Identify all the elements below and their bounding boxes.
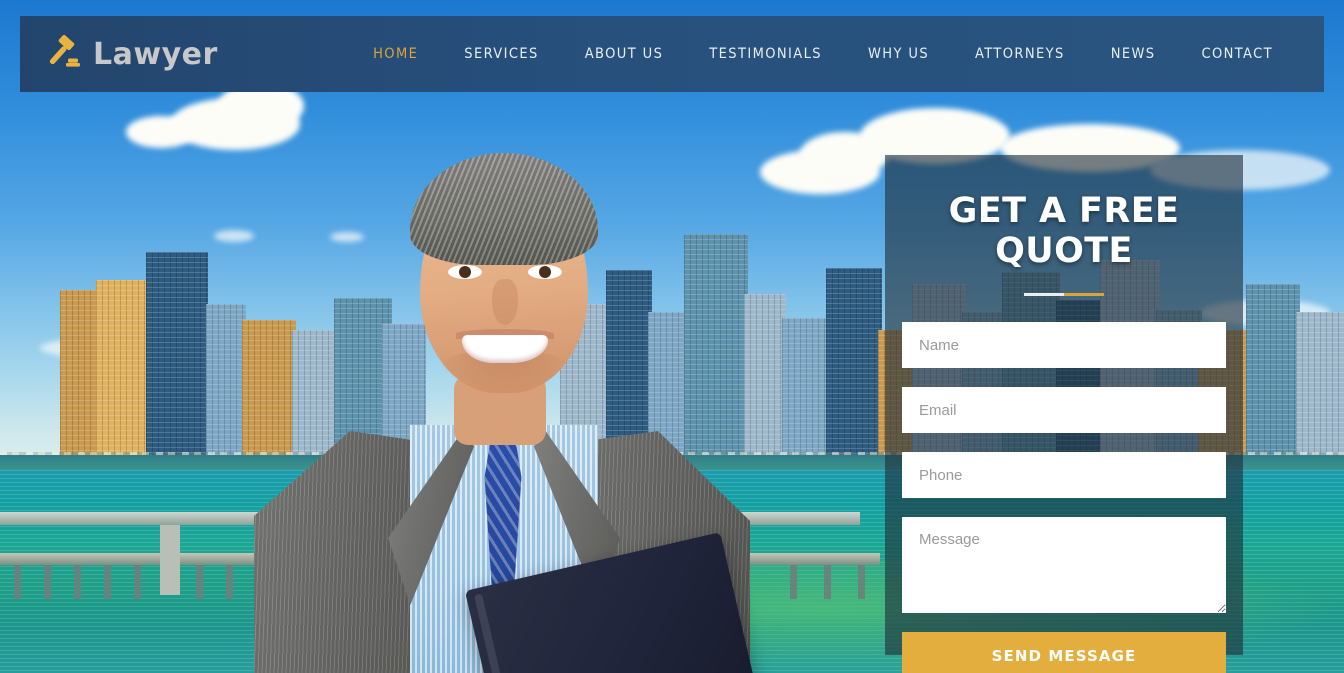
brand-logo[interactable]: Lawyer (20, 34, 350, 74)
phone-input[interactable] (902, 452, 1226, 498)
title-divider (902, 293, 1226, 296)
message-textarea[interactable] (902, 517, 1226, 613)
lawyer-portrait (238, 153, 766, 673)
eye-right (528, 265, 562, 279)
nav-link-attorneys[interactable]: ATTORNEYS (952, 46, 1088, 62)
nav-link-about-us[interactable]: ABOUT US (562, 46, 687, 62)
cloud (126, 116, 196, 148)
quote-form-title: GET A FREE QUOTE (948, 191, 1180, 271)
nose (492, 279, 518, 325)
divider-gold-segment (1064, 293, 1104, 296)
nav-link-home[interactable]: HOME (350, 46, 441, 62)
name-input[interactable] (902, 322, 1226, 368)
quote-form-panel: GET A FREE QUOTE SEND MESSAGE (885, 155, 1243, 673)
site-header: Lawyer HOME SERVICES ABOUT US TESTIMONIA… (20, 16, 1324, 92)
nav-link-contact[interactable]: CONTACT (1178, 46, 1296, 62)
nav-link-services[interactable]: SERVICES (441, 46, 561, 62)
hair (410, 153, 598, 265)
nav-link-testimonials[interactable]: TESTIMONIALS (686, 46, 845, 62)
nav-link-why-us[interactable]: WHY US (845, 46, 952, 62)
eye-left (448, 265, 482, 279)
divider-white-segment (1024, 293, 1064, 296)
main-nav: HOME SERVICES ABOUT US TESTIMONIALS WHY … (350, 46, 1324, 62)
nav-link-news[interactable]: NEWS (1088, 46, 1179, 62)
quote-form: SEND MESSAGE (902, 322, 1226, 673)
bridge-pylon (160, 525, 180, 595)
send-message-button[interactable]: SEND MESSAGE (902, 632, 1226, 673)
email-input[interactable] (902, 387, 1226, 433)
brand-name: Lawyer (93, 36, 218, 72)
gavel-icon (49, 34, 80, 67)
